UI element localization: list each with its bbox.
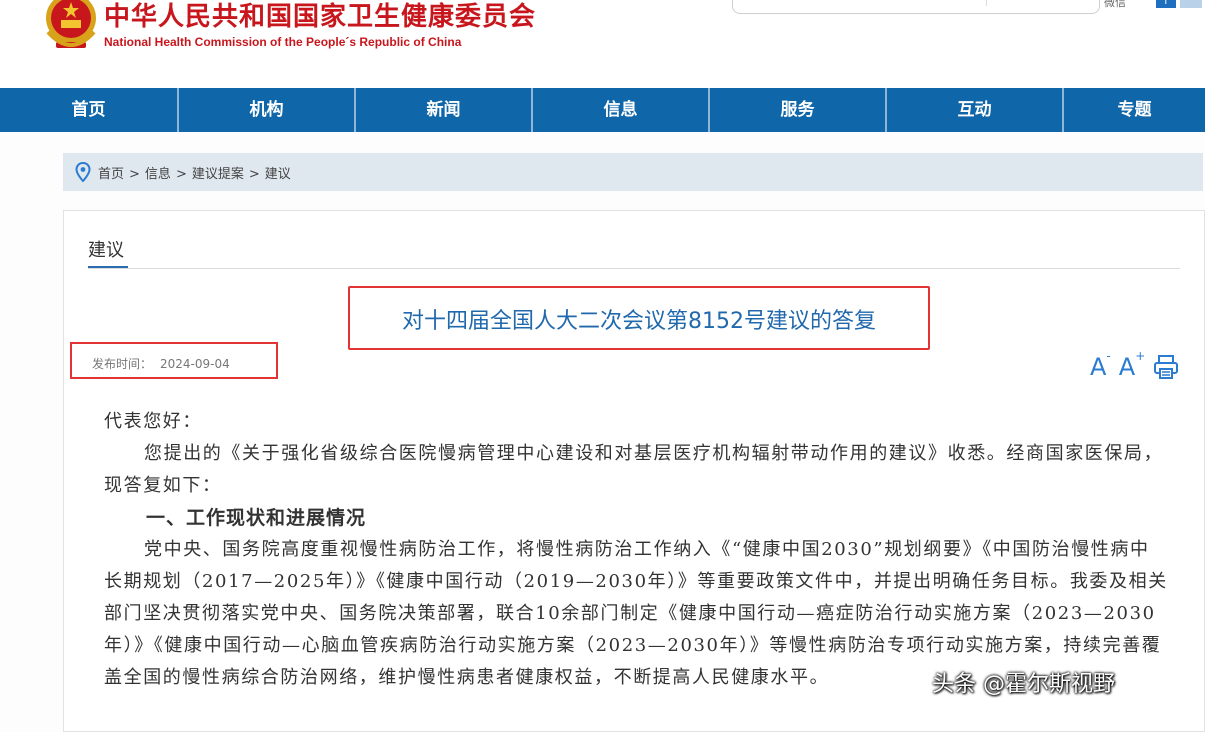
font-decrease-label: A: [1090, 353, 1107, 381]
paragraph-1: 您提出的《关于强化省级综合医院慢病管理中心建设和对基层医疗机构辐射带动作用的建议…: [104, 443, 1164, 496]
document-title: 对十四届全国人大二次会议第8152号建议的答复: [402, 309, 876, 334]
site-header: 中华人民共和国国家卫生健康委员会 National Health Commiss…: [0, 0, 1205, 88]
article-body: 代表您好： 您提出的《关于强化省级综合医院慢病管理中心建设和对基层医疗机构辐射带…: [104, 406, 1168, 694]
section-heading-1: 一、工作现状和进展情况: [146, 507, 367, 529]
main-nav: 首页 机构 新闻 信息 服务 互动 专题: [0, 88, 1205, 132]
site-subtitle: National Health Commission of the People…: [104, 35, 462, 49]
search-input[interactable]: [732, 0, 1100, 14]
breadcrumb-suggestions[interactable]: 建议: [265, 167, 291, 182]
breadcrumb: 首页 > 信息 > 建议提案 > 建议: [63, 153, 1203, 191]
plus-icon: +: [1135, 349, 1146, 363]
social-icon-secondary[interactable]: [1180, 0, 1202, 8]
print-icon[interactable]: [1153, 354, 1179, 380]
section-tab-suggestions[interactable]: 建议: [88, 236, 124, 262]
breadcrumb-separator: >: [129, 167, 140, 182]
location-pin-icon: [75, 162, 91, 182]
nav-item-organization[interactable]: 机构: [179, 88, 356, 132]
font-increase-button[interactable]: A+: [1119, 349, 1145, 380]
search-divider: [986, 0, 987, 6]
minus-icon: -: [1106, 349, 1111, 363]
breadcrumb-separator: >: [175, 167, 187, 182]
watermark: 头条 @霍尔斯视野: [932, 672, 1115, 697]
breadcrumb-information[interactable]: 信息: [145, 167, 171, 182]
nav-item-information[interactable]: 信息: [533, 88, 710, 132]
section-divider: [88, 268, 1180, 269]
nav-item-services[interactable]: 服务: [710, 88, 887, 132]
nav-item-news[interactable]: 新闻: [356, 88, 533, 132]
publish-date-value: 2024-09-04: [160, 357, 230, 371]
nav-item-interaction[interactable]: 互动: [887, 88, 1064, 132]
wechat-link[interactable]: 微信: [1104, 0, 1126, 10]
font-decrease-button[interactable]: A-: [1090, 349, 1111, 380]
nav-item-topics[interactable]: 专题: [1064, 88, 1205, 132]
publish-date: 发布时间： 2024-09-04: [92, 355, 230, 372]
breadcrumb-proposals[interactable]: 建议提案: [192, 167, 244, 182]
font-tools: A- A+: [1090, 349, 1179, 380]
publish-date-label: 发布时间：: [92, 357, 153, 371]
breadcrumb-home[interactable]: 首页: [98, 167, 124, 182]
social-icon[interactable]: f: [1156, 0, 1176, 8]
breadcrumb-separator: >: [248, 167, 260, 182]
national-emblem-icon: [46, 0, 96, 48]
font-increase-label: A: [1118, 353, 1136, 381]
salutation: 代表您好：: [104, 411, 202, 432]
nav-item-home[interactable]: 首页: [0, 88, 179, 132]
site-title[interactable]: 中华人民共和国国家卫生健康委员会: [104, 0, 536, 33]
breadcrumb-trail: 首页 > 信息 > 建议提案 > 建议: [98, 163, 291, 182]
